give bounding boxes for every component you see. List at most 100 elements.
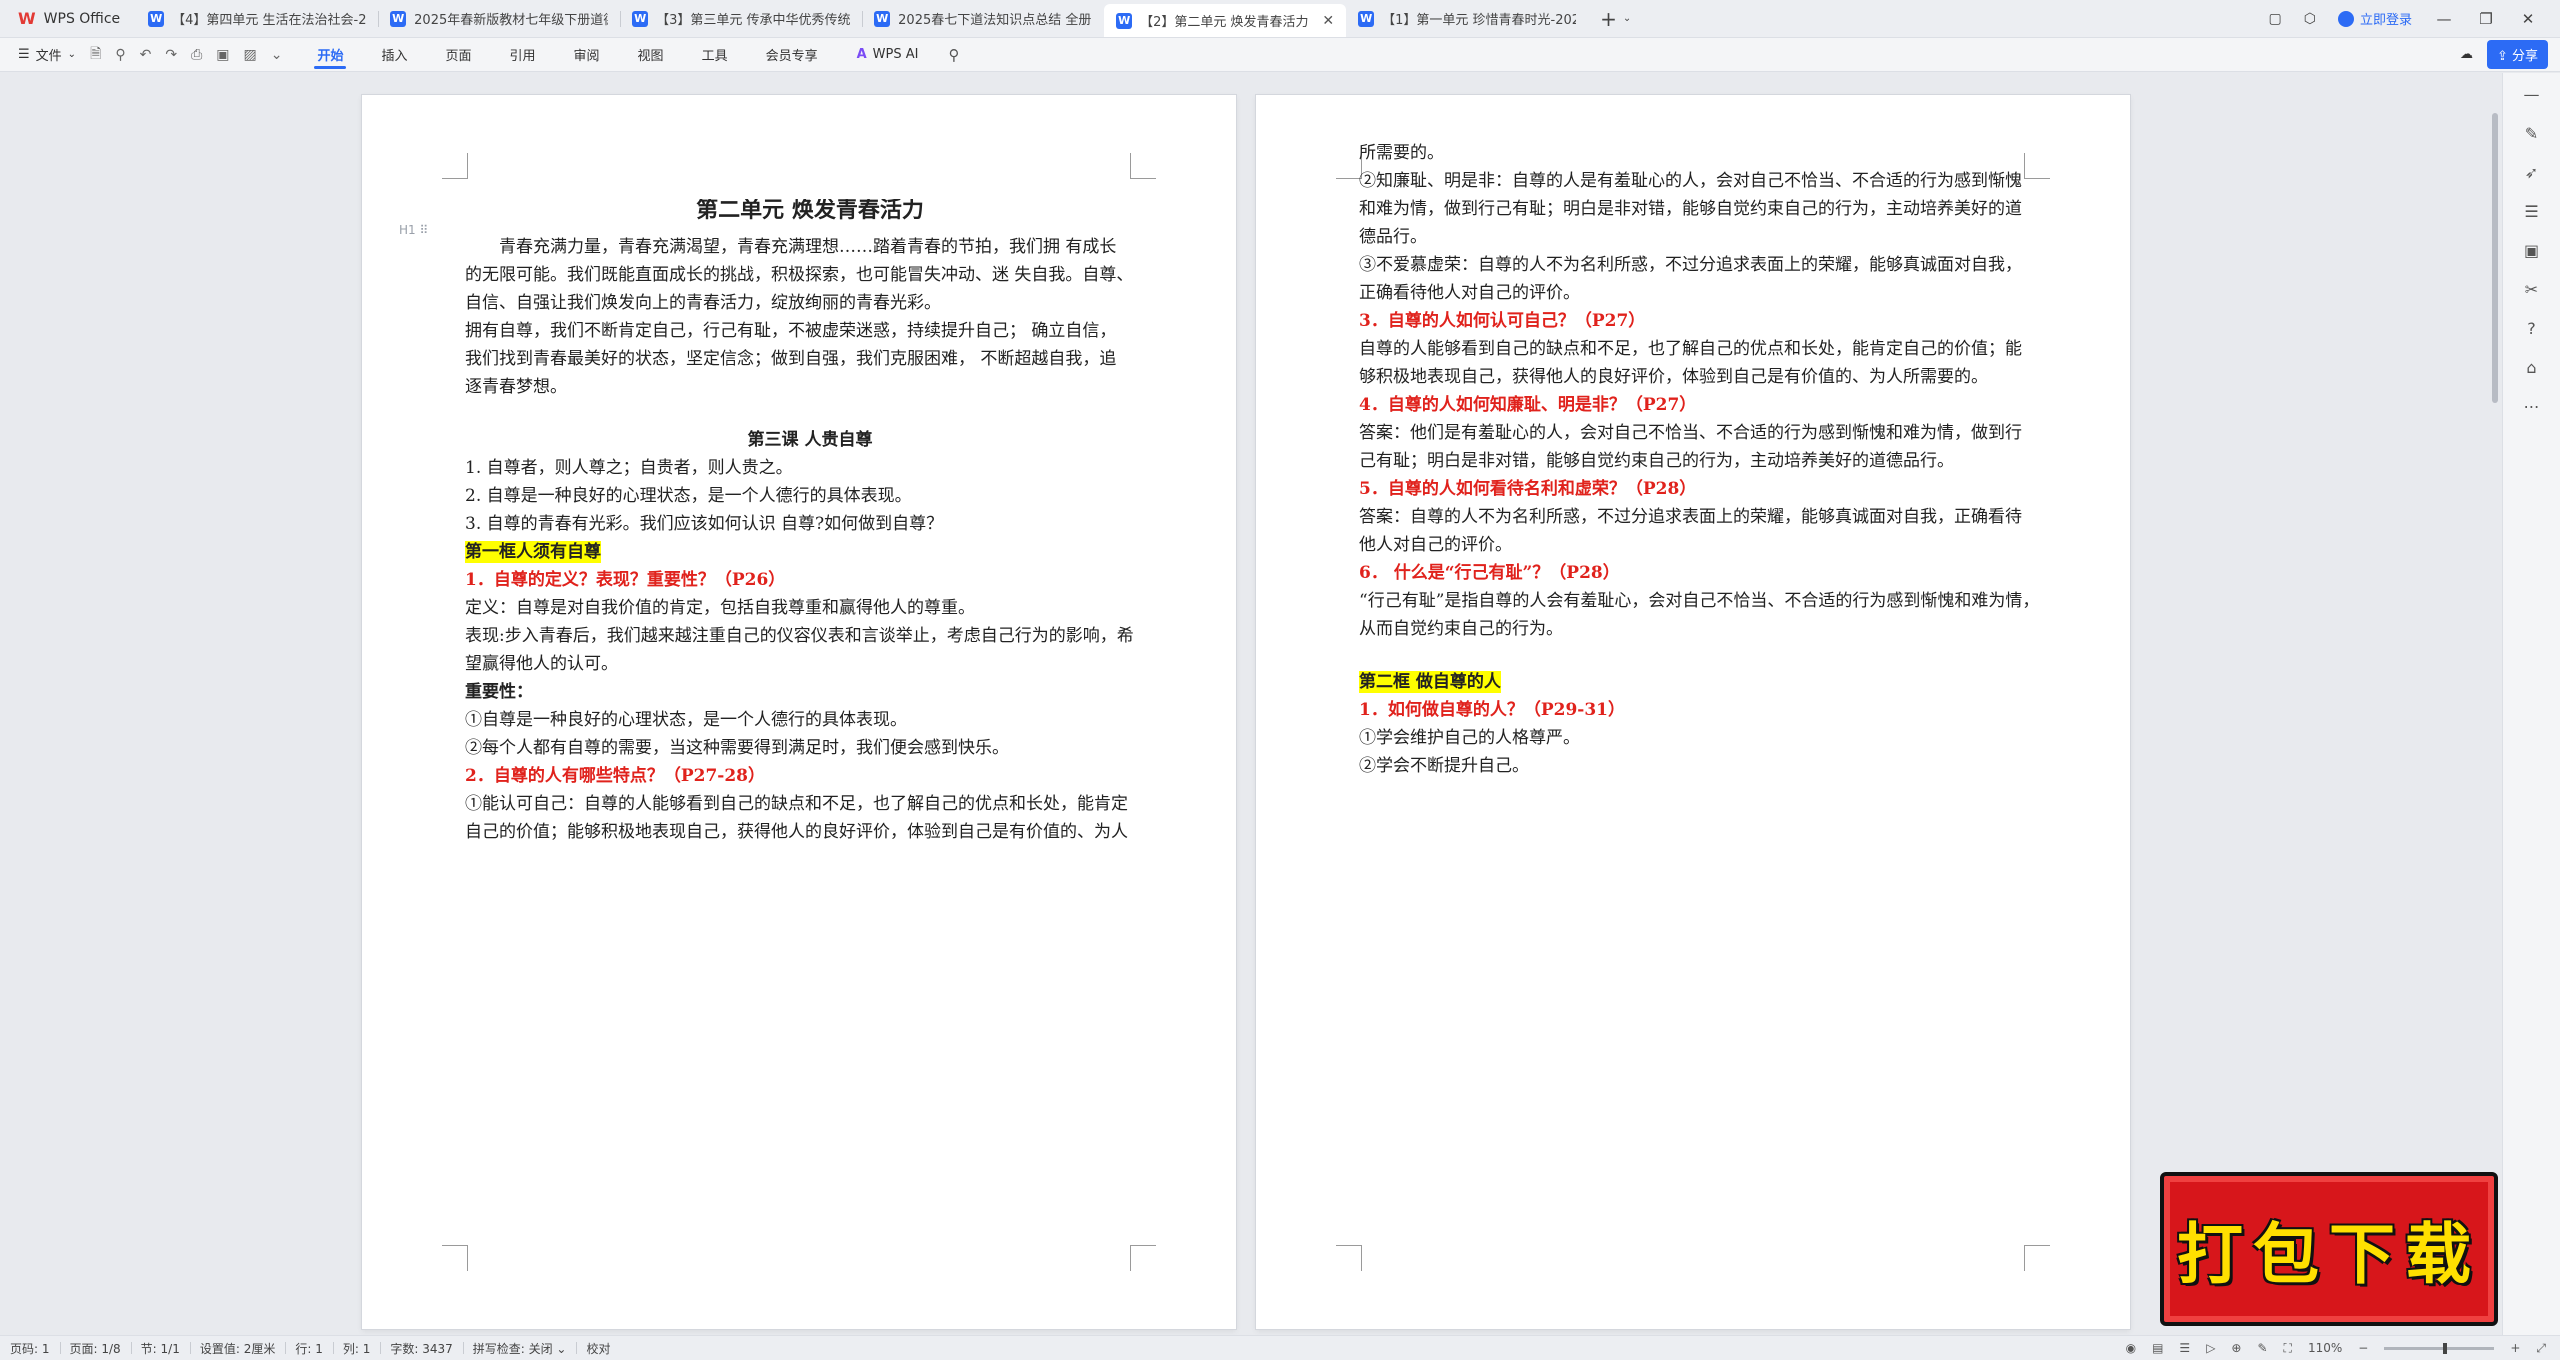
document-tab[interactable]: W 【1】第一单元 珍惜青春时光-2024	[1346, 0, 1588, 37]
paragraph-line[interactable]: 所需要的。	[1359, 142, 2049, 164]
paragraph-line[interactable]: 3. 自尊的青春有光彩。我们应该如何认识 自尊?如何做到自尊？	[465, 513, 1155, 535]
status-spellcheck[interactable]: 拼写检查: 关闭 ⌄	[462, 1340, 577, 1357]
paragraph-line[interactable]: 他人对自己的评价。	[1359, 534, 2049, 556]
paragraph-line[interactable]: ①自尊是一种良好的心理状态，是一个人德行的具体表现。	[465, 709, 1155, 731]
question-heading[interactable]: 1．自尊的定义？表现？重要性？（P26）	[465, 569, 1155, 591]
page-view-icon[interactable]: ▤	[2152, 1341, 2163, 1355]
paragraph-line[interactable]: 己有耻；明白是非对错，能够自觉约束自己的行为，主动培养美好的道德品行。	[1359, 450, 2049, 472]
export-pdf-icon[interactable]: ▣	[216, 47, 229, 63]
play-icon[interactable]: ▷	[2206, 1341, 2215, 1355]
paragraph-line[interactable]: 和难为情，做到行己有耻；明白是非对错，能够自觉约束自己的行为，主动培养美好的道	[1359, 198, 2049, 220]
settings-sliders-icon[interactable]: ☰	[2524, 202, 2538, 221]
paragraph-line[interactable]: 表现:步入青春后，我们越来越注重自己的仪容仪表和言谈举止，考虑自己行为的影响，希	[465, 625, 1155, 647]
save-icon[interactable]: 🗎	[90, 43, 101, 67]
question-heading[interactable]: 3．自尊的人如何认可自己？（P27）	[1359, 310, 2049, 332]
highlighted-section-heading[interactable]: 第一框人须有自尊	[465, 541, 1155, 563]
document-page-1[interactable]: 第二单元 焕发青春活力 H1 ⠿ 青春充满力量，青春充满渴望，青春充满理想……踏…	[362, 95, 1236, 1329]
eye-icon[interactable]: ◉	[2126, 1341, 2136, 1355]
image-edit-icon[interactable]: ▣	[2524, 241, 2539, 260]
ribbon-tab[interactable]: 引用	[491, 38, 555, 72]
document-tab[interactable]: W 【2】第二单元 焕发青春活力 ✕	[1104, 4, 1347, 37]
paragraph-line[interactable]: 我们找到青春最美好的状态，坚定信念；做到自强，我们克服困难， 不断超越自我，追	[465, 348, 1155, 370]
cloud-icon[interactable]: ☁	[2460, 47, 2473, 62]
status-section[interactable]: 节: 1/1	[130, 1340, 190, 1357]
paragraph-line[interactable]: 望赢得他人的认可。	[465, 653, 1155, 675]
paragraph-line[interactable]: ②知廉耻、明是非：自尊的人是有羞耻心的人，会对自己不恰当、不合适的行为感到惭愧	[1359, 170, 2049, 192]
close-window-button[interactable]: ✕	[2518, 10, 2538, 28]
paragraph-line[interactable]: 够积极地表现自己，获得他人的良好评价，体验到自己是有价值的、为人所需要的。	[1359, 366, 2049, 388]
paragraph-line[interactable]: ②学会不断提升自己。	[1359, 755, 2049, 777]
paragraph-line[interactable]: ②每个人都有自尊的需要，当这种需要得到满足时，我们便会感到快乐。	[465, 737, 1155, 759]
paragraph-line[interactable]: 自信、自强让我们焕发向上的青春活力，绽放绚丽的青春光彩。	[465, 292, 1155, 314]
fullscreen-icon[interactable]: ⤢	[2536, 1341, 2546, 1356]
paragraph-line[interactable]: 的无限可能。我们既能直面成长的挑战，积极探索，也可能冒失冲动、迷 失自我。自尊、	[465, 264, 1155, 286]
document-title[interactable]: 第二单元 焕发青春活力	[465, 199, 1155, 221]
paragraph-line[interactable]: ①能认可自己：自尊的人能够看到自己的缺点和不足，也了解自己的优点和长处，能肯定	[465, 793, 1155, 815]
shirt-icon[interactable]: ⌂	[2526, 358, 2536, 377]
drag-handle-icon[interactable]: H1 ⠿	[399, 219, 428, 241]
paragraph-line[interactable]: 定义：自尊是对自我价值的肯定，包括自我尊重和赢得他人的尊重。	[465, 597, 1155, 619]
paragraph-line[interactable]: “行己有耻”是指自尊的人会有羞耻心，会对自己不恰当、不合适的行为感到惭愧和难为情…	[1359, 590, 2049, 612]
minus-icon[interactable]: —	[2524, 85, 2540, 104]
paragraph-line[interactable]: 答案：他们是有羞耻心的人，会对自己不恰当、不合适的行为感到惭愧和难为情，做到行	[1359, 422, 2049, 444]
cursor-icon[interactable]: ➶	[2525, 163, 2538, 182]
paragraph-line[interactable]: 2. 自尊是一种良好的心理状态，是一个人德行的具体表现。	[465, 485, 1155, 507]
tools-icon[interactable]: ✂	[2525, 280, 2538, 299]
ribbon-tab[interactable]: 插入	[362, 38, 426, 72]
status-row[interactable]: 行: 1	[285, 1340, 333, 1357]
status-word-count[interactable]: 字数: 3437	[380, 1340, 462, 1357]
paragraph-line[interactable]: 1. 自尊者，则人尊之；自贵者，则人贵之。	[465, 457, 1155, 479]
zoom-slider-knob[interactable]	[2442, 1342, 2447, 1354]
document-tab[interactable]: W 【3】第三单元 传承中华优秀传统文	[620, 0, 862, 37]
paragraph-line[interactable]: 正确看待他人对自己的评价。	[1359, 282, 2049, 304]
paragraph-line[interactable]: 答案：自尊的人不为名利所惑，不过分追求表面上的荣耀，能够真诚面对自我，正确看待	[1359, 506, 2049, 528]
paragraph-line[interactable]: 德品行。	[1359, 226, 2049, 248]
minimize-button[interactable]: —	[2434, 10, 2454, 28]
download-badge[interactable]: 打包下载	[2160, 1172, 2498, 1326]
question-heading[interactable]: 1．如何做自尊的人？（P29-31）	[1359, 699, 2049, 721]
status-page-number[interactable]: 页码: 1	[0, 1340, 60, 1357]
web-view-icon[interactable]: ⊕	[2231, 1341, 2241, 1355]
paragraph-line[interactable]: 自尊的人能够看到自己的缺点和不足，也了解自己的优点和长处，能肯定自己的价值；能	[1359, 338, 2049, 360]
document-page-2[interactable]: 所需要的。 ②知廉耻、明是非：自尊的人是有羞耻心的人，会对自己不恰当、不合适的行为…	[1256, 95, 2130, 1329]
login-button[interactable]: 立即登录	[2337, 9, 2412, 28]
cube-icon[interactable]: ⬡	[2304, 11, 2316, 27]
print-icon[interactable]: ⎙	[191, 47, 202, 63]
paragraph-line[interactable]: 青春充满力量，青春充满渴望，青春充满理想……踏着青春的节拍，我们拥 有成长	[465, 236, 1155, 258]
pen-icon[interactable]: ✎	[2525, 124, 2538, 143]
wps-ai-button[interactable]: A WPS AI	[837, 47, 939, 62]
share-button[interactable]: ⇪ 分享	[2486, 40, 2548, 69]
zoom-slider[interactable]	[2384, 1342, 2495, 1354]
question-heading[interactable]: 4．自尊的人如何知廉耻、明是非？（P27）	[1359, 394, 2049, 416]
file-menu-button[interactable]: ☰ 文件 ⌄	[0, 45, 90, 64]
subheading[interactable]: 重要性：	[465, 681, 1155, 703]
search-icon[interactable]: ⚲	[938, 46, 969, 64]
paragraph-line[interactable]: 逐青春梦想。	[465, 376, 1155, 398]
paragraph-line[interactable]: ①学会维护自己的人格尊严。	[1359, 727, 2049, 749]
paragraph-line[interactable]: 从而自觉约束自己的行为。	[1359, 618, 2049, 640]
paragraph-line[interactable]: 拥有自尊，我们不断肯定自己，行己有耻，不被虚荣迷惑，持续提升自己； 确立自信，	[465, 320, 1155, 342]
question-heading[interactable]: 2．自尊的人有哪些特点？（P27-28）	[465, 765, 1155, 787]
ribbon-tab[interactable]: 页面	[427, 38, 491, 72]
ribbon-tab[interactable]: 视图	[619, 38, 683, 72]
zoom-level[interactable]: 110%	[2308, 1341, 2342, 1355]
document-tab[interactable]: W 【4】第四单元 生活在法治社会-2024	[136, 0, 378, 37]
ribbon-tab[interactable]: 开始	[298, 38, 362, 72]
paragraph-line[interactable]: 自己的价值；能够积极地表现自己，获得他人的良好评价，体验到自己是有价值的、为人	[465, 821, 1155, 843]
fit-icon[interactable]: ⛶	[2284, 1341, 2292, 1356]
scrollbar-thumb[interactable]	[2492, 113, 2498, 403]
restore-button[interactable]: ❐	[2476, 10, 2496, 28]
status-column[interactable]: 列: 1	[332, 1340, 381, 1357]
close-tab-icon[interactable]: ✕	[1322, 13, 1334, 29]
undo-icon[interactable]: ↶	[140, 47, 152, 63]
ribbon-tab[interactable]: 工具	[683, 38, 747, 72]
find-icon[interactable]: ⚲	[115, 47, 125, 63]
status-setting-value[interactable]: 设置值: 2厘米	[189, 1340, 286, 1357]
zoom-out-button[interactable]: −	[2358, 1341, 2368, 1355]
layout-icon[interactable]: ▢	[2269, 11, 2282, 27]
ribbon-tab[interactable]: 会员专享	[747, 38, 837, 72]
image-icon[interactable]: ▨	[244, 47, 257, 63]
ribbon-tab[interactable]: 审阅	[555, 38, 619, 72]
help-icon[interactable]: ?	[2527, 319, 2536, 338]
question-heading[interactable]: 5．自尊的人如何看待名利和虚荣？（P28）	[1359, 478, 2049, 500]
